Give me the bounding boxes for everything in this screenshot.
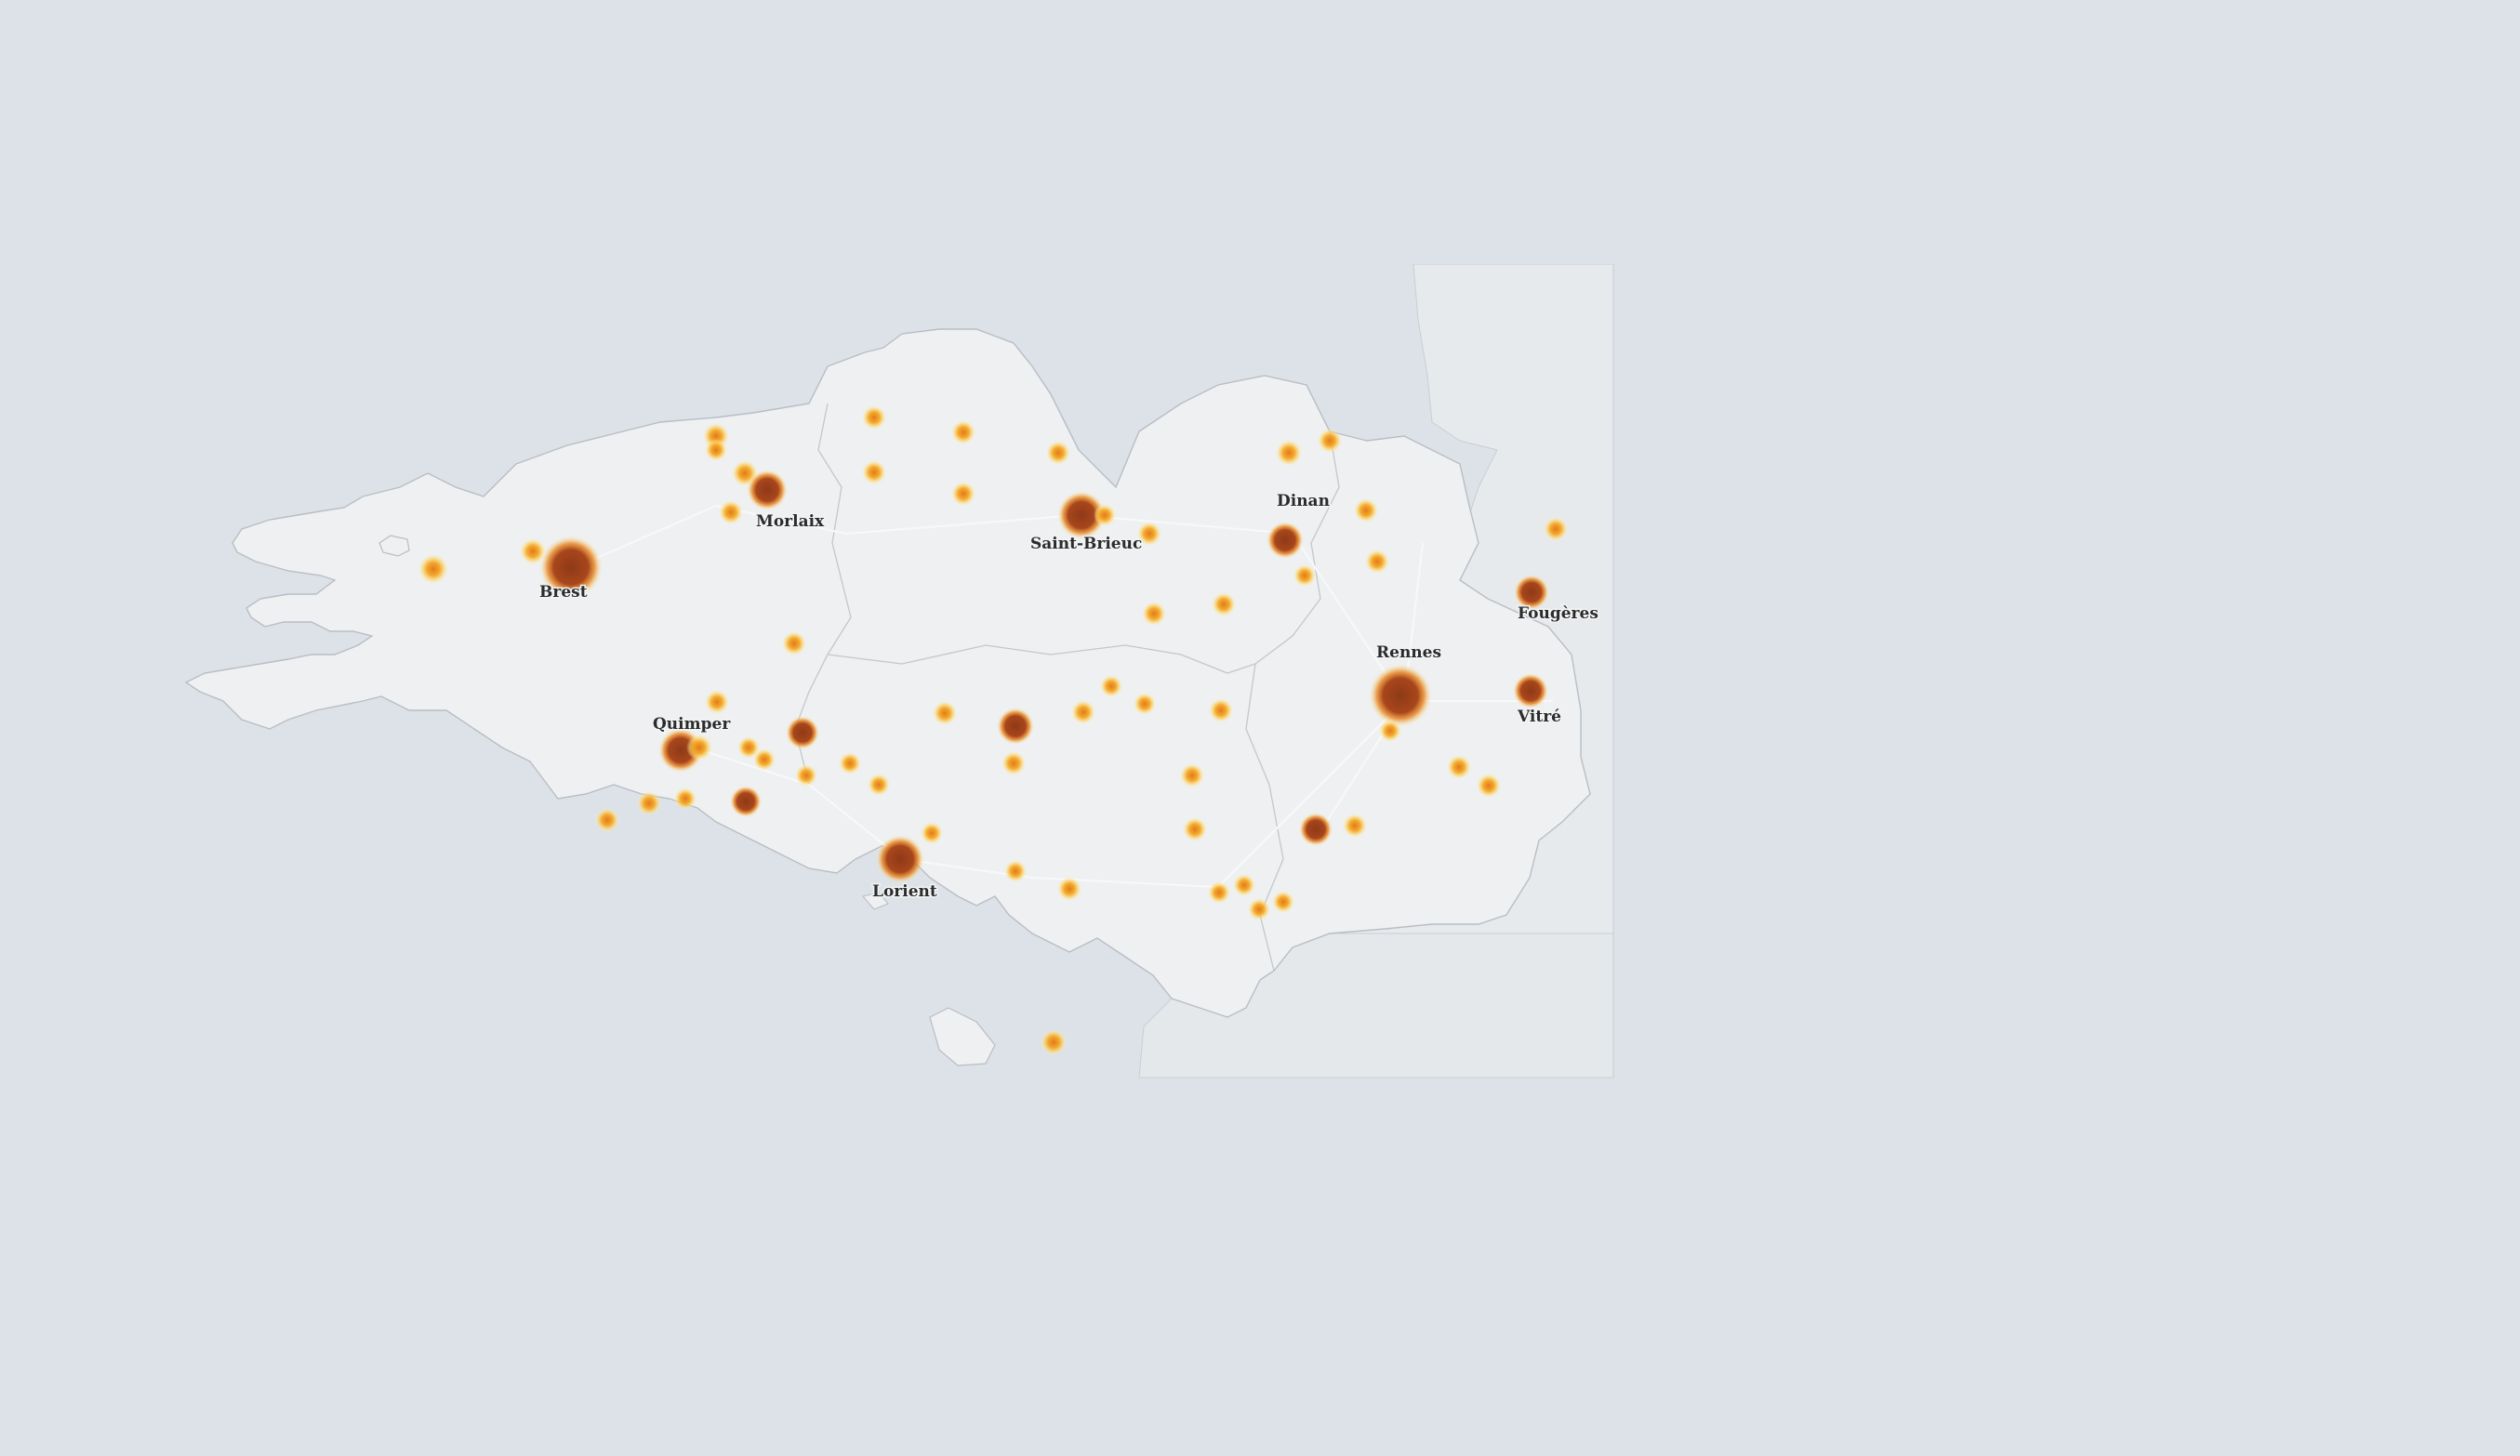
- heat-hotspot: [1447, 755, 1471, 779]
- map-view[interactable]: Brest Morlaix Saint-Brieuc Dinan Rennes …: [9, 264, 2520, 1456]
- heat-hotspot: [719, 500, 743, 524]
- heat-hotspot: [1212, 592, 1236, 616]
- heatmap-canvas[interactable]: Brest Morlaix Saint-Brieuc Dinan Rennes …: [9, 264, 2520, 1456]
- city-label-rennes: Rennes: [1376, 643, 1441, 662]
- heat-hotspot-high: [730, 786, 762, 817]
- heat-hotspot: [782, 631, 806, 655]
- heat-hotspot: [1100, 675, 1122, 697]
- heat-hotspot: [1071, 700, 1095, 724]
- heat-hotspot: [921, 822, 943, 844]
- top-panel: [6, 2, 2518, 258]
- heat-hotspot: [839, 752, 861, 774]
- heat-hotspot: [1004, 860, 1027, 882]
- heat-hotspot: [1477, 774, 1501, 798]
- heat-hotspot-high: [1299, 813, 1333, 846]
- heat-hotspot: [520, 538, 546, 564]
- city-label-fougeres: Fougères: [1518, 604, 1598, 623]
- city-label-dinan: Dinan: [1277, 492, 1330, 510]
- heat-hotspot-high: [1369, 664, 1432, 727]
- heat-hotspot: [1180, 763, 1204, 788]
- heat-hotspot: [1293, 564, 1316, 587]
- heat-hotspot: [753, 748, 776, 771]
- heat-hotspot: [795, 764, 817, 787]
- heat-hotspot: [951, 482, 975, 506]
- city-label-vitre: Vitré: [1517, 708, 1561, 726]
- heat-hotspot: [1134, 693, 1156, 715]
- heat-hotspot-high: [876, 835, 924, 883]
- heat-hotspot: [418, 554, 448, 584]
- heat-hotspot: [1183, 817, 1207, 841]
- heat-hotspot: [1318, 429, 1342, 453]
- heat-hotspot: [1001, 751, 1026, 775]
- heat-hotspot: [1046, 441, 1070, 465]
- heat-hotspot: [1233, 874, 1255, 896]
- heat-hotspot: [1343, 814, 1367, 838]
- heat-hotspot: [862, 405, 886, 430]
- heat-hotspot-high: [997, 708, 1034, 745]
- heat-hotspot: [637, 791, 661, 815]
- heat-hotspot-high: [1267, 522, 1304, 559]
- city-label-quimper: Quimper: [653, 715, 731, 734]
- heat-hotspot: [1248, 898, 1270, 920]
- heat-hotspot: [674, 788, 696, 810]
- heat-hotspot: [1354, 498, 1378, 523]
- heat-hotspot: [933, 701, 957, 725]
- heat-hotspot: [868, 774, 890, 796]
- heat-hotspot: [1142, 602, 1166, 626]
- city-label-morlaix: Morlaix: [756, 512, 825, 531]
- heat-hotspot: [1544, 517, 1568, 541]
- heat-hotspot: [705, 439, 727, 461]
- heat-hotspot: [595, 808, 619, 832]
- heat-hotspot: [1379, 720, 1401, 742]
- heat-hotspot: [1272, 891, 1294, 913]
- heat-hotspot-high: [1513, 673, 1548, 708]
- heat-hotspot-high: [786, 716, 819, 749]
- belle-ile-island: [929, 1007, 996, 1066]
- city-label-saint-brieuc: Saint-Brieuc: [1030, 535, 1142, 553]
- city-label-lorient: Lorient: [872, 882, 937, 901]
- heat-hotspot: [1365, 549, 1389, 574]
- heat-hotspot: [1276, 440, 1302, 466]
- heat-hotspot: [686, 735, 712, 761]
- heat-hotspot-high: [747, 470, 788, 510]
- heat-hotspot: [862, 460, 886, 484]
- heat-hotspot: [705, 690, 729, 714]
- heat-hotspot: [1057, 877, 1081, 901]
- heat-hotspot: [1094, 504, 1116, 526]
- heat-hotspot: [1209, 698, 1233, 722]
- heat-hotspot: [1041, 1029, 1067, 1055]
- heat-hotspot: [951, 420, 975, 444]
- heat-hotspot: [1208, 881, 1230, 904]
- city-label-brest: Brest: [539, 583, 588, 602]
